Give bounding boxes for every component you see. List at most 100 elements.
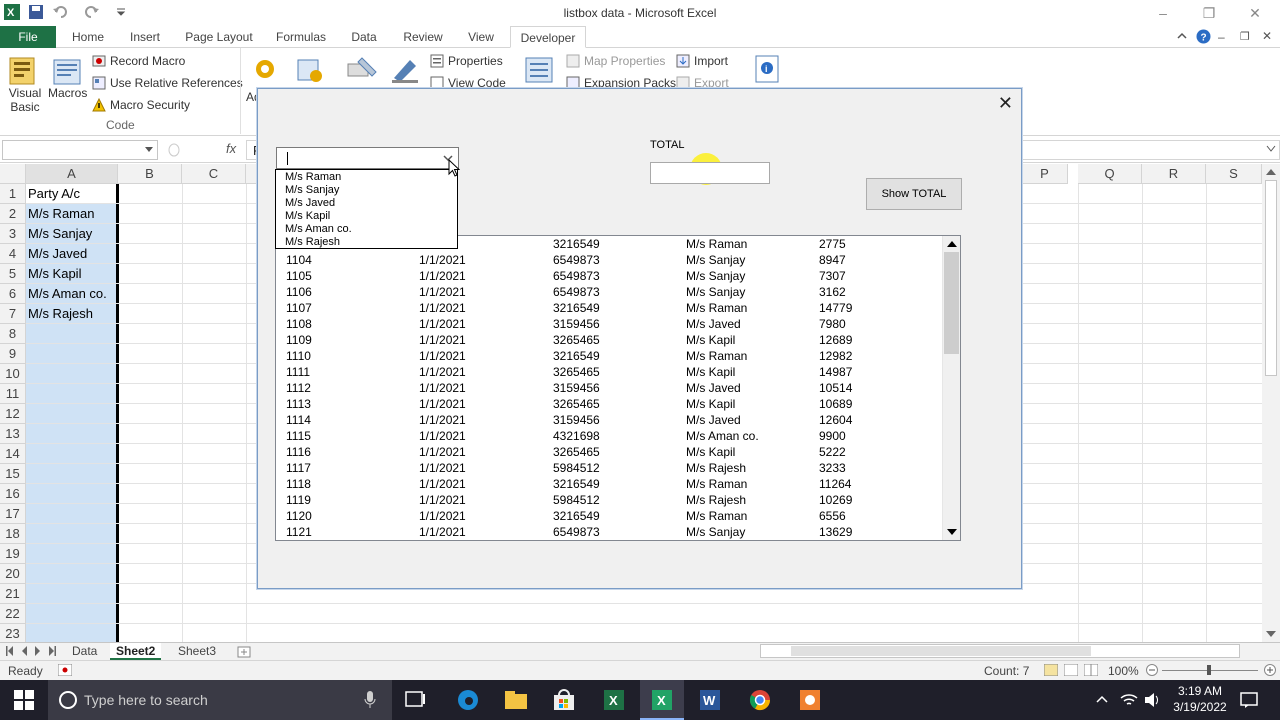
row-header[interactable]: 18: [0, 524, 26, 544]
tab-file[interactable]: File: [0, 26, 56, 48]
restore-button[interactable]: ❐: [1194, 3, 1224, 23]
list-row[interactable]: 1113 1/1/2021 3265465 M/s Kapil 10689: [276, 396, 942, 412]
tab-developer[interactable]: Developer: [510, 26, 586, 48]
sheet-nav-last-icon[interactable]: [48, 645, 56, 657]
row-header[interactable]: 13: [0, 424, 26, 444]
wb-minimize-button[interactable]: –: [1218, 30, 1225, 44]
sheet-nav-next-icon[interactable]: [34, 645, 42, 657]
clock-time[interactable]: 3:19 AM: [1172, 684, 1228, 698]
properties-button[interactable]: Properties: [430, 54, 503, 68]
column-header-q[interactable]: Q: [1078, 164, 1142, 184]
list-row[interactable]: 1111 1/1/2021 3265465 M/s Kapil 14987: [276, 364, 942, 380]
show-hidden-icons-icon[interactable]: [1096, 694, 1108, 704]
list-row[interactable]: 1118 1/1/2021 3216549 M/s Raman 11264: [276, 476, 942, 492]
help-icon[interactable]: ?: [1196, 29, 1211, 44]
taskbar-search-box[interactable]: Type here to search: [48, 680, 392, 720]
show-total-button[interactable]: Show TOTAL: [866, 178, 962, 210]
notifications-icon[interactable]: [1240, 692, 1258, 708]
scroll-down-icon[interactable]: [1266, 630, 1276, 638]
record-macro-button[interactable]: Record Macro: [92, 54, 185, 68]
listbox-scrollbar[interactable]: [942, 236, 960, 540]
select-all-corner[interactable]: [0, 164, 26, 184]
vertical-scrollbar[interactable]: [1262, 164, 1280, 642]
tab-page-layout[interactable]: Page Layout: [178, 26, 260, 48]
list-row[interactable]: 1112 1/1/2021 3159456 M/s Javed 10514: [276, 380, 942, 396]
column-header-s[interactable]: S: [1206, 164, 1262, 184]
minimize-button[interactable]: –: [1148, 3, 1178, 23]
zoom-slider-thumb[interactable]: [1207, 665, 1211, 675]
column-header-c[interactable]: C: [182, 164, 246, 184]
dropdown-option[interactable]: M/s Aman co.: [285, 223, 352, 236]
zoom-in-icon[interactable]: [1264, 664, 1276, 676]
h-scroll-thumb[interactable]: [791, 646, 1091, 656]
tab-home[interactable]: Home: [64, 26, 112, 48]
cell-a6[interactable]: M/s Aman co.: [26, 284, 116, 304]
com-add-ins-icon[interactable]: [296, 56, 324, 84]
normal-view-icon[interactable]: [1044, 664, 1058, 676]
list-row[interactable]: 1115 1/1/2021 4321698 M/s Aman co. 9900: [276, 428, 942, 444]
dropdown-option[interactable]: M/s Raman: [285, 171, 341, 184]
dropdown-option[interactable]: M/s Rajesh: [285, 236, 340, 249]
list-row[interactable]: 1108 1/1/2021 3159456 M/s Javed 7980: [276, 316, 942, 332]
macro-record-status-icon[interactable]: [58, 664, 72, 676]
design-mode-icon[interactable]: [390, 54, 422, 84]
row-header[interactable]: 17: [0, 504, 26, 524]
visual-basic-button[interactable]: Visual Basic: [8, 54, 42, 114]
dropdown-option[interactable]: M/s Sanjay: [285, 184, 339, 197]
row-header[interactable]: 22: [0, 604, 26, 624]
clock-date[interactable]: 3/19/2022: [1166, 700, 1234, 714]
list-row[interactable]: 1105 1/1/2021 6549873 M/s Sanjay 7307: [276, 268, 942, 284]
row-header[interactable]: 8: [0, 324, 26, 344]
tab-insert[interactable]: Insert: [120, 26, 170, 48]
list-row[interactable]: 1116 1/1/2021 3265465 M/s Kapil 5222: [276, 444, 942, 460]
list-row[interactable]: 1120 1/1/2021 3216549 M/s Raman 6556: [276, 508, 942, 524]
list-row[interactable]: 1110 1/1/2021 3216549 M/s Raman 12982: [276, 348, 942, 364]
macro-security-button[interactable]: Macro Security: [92, 98, 190, 112]
cell-a3[interactable]: M/s Sanjay: [26, 224, 116, 244]
close-icon[interactable]: ✕: [998, 93, 1013, 114]
list-row[interactable]: 1106 1/1/2021 6549873 M/s Sanjay 3162: [276, 284, 942, 300]
task-view-icon[interactable]: [404, 688, 428, 712]
row-header[interactable]: 21: [0, 584, 26, 604]
list-row[interactable]: 1117 1/1/2021 5984512 M/s Rajesh 3233: [276, 460, 942, 476]
zoom-level[interactable]: 100%: [1108, 664, 1139, 678]
edge-browser-icon[interactable]: [456, 688, 480, 712]
row-header[interactable]: 20: [0, 564, 26, 584]
row-header[interactable]: 16: [0, 484, 26, 504]
microphone-icon[interactable]: [364, 691, 376, 709]
horizontal-scrollbar[interactable]: [760, 644, 1240, 658]
row-header[interactable]: 6: [0, 284, 26, 304]
row-header[interactable]: 2: [0, 204, 26, 224]
import-button[interactable]: Import: [676, 54, 728, 68]
cell-a4[interactable]: M/s Javed: [26, 244, 116, 264]
row-header[interactable]: 15: [0, 464, 26, 484]
close-window-button[interactable]: ✕: [1240, 3, 1270, 23]
wb-close-button[interactable]: ✕: [1262, 29, 1272, 43]
dropdown-option[interactable]: M/s Javed: [285, 197, 335, 210]
name-box[interactable]: [2, 140, 158, 160]
list-scroll-down-icon[interactable]: [947, 528, 957, 536]
excel-active-taskbar-button[interactable]: X: [640, 680, 684, 720]
new-sheet-icon[interactable]: [236, 645, 254, 659]
tab-formulas[interactable]: Formulas: [268, 26, 334, 48]
row-header[interactable]: 4: [0, 244, 26, 264]
row-header[interactable]: 3: [0, 224, 26, 244]
dropdown-option[interactable]: M/s Kapil: [285, 210, 330, 223]
page-layout-view-icon[interactable]: [1064, 664, 1078, 676]
store-icon[interactable]: [552, 688, 576, 712]
data-listbox[interactable]: 21 3216549 M/s Raman 2775 11041/1/202165…: [275, 235, 961, 541]
page-break-view-icon[interactable]: [1084, 664, 1098, 676]
list-row[interactable]: 1114 1/1/2021 3159456 M/s Javed 12604: [276, 412, 942, 428]
scroll-thumb[interactable]: [1265, 180, 1277, 376]
source-icon[interactable]: [524, 56, 554, 84]
column-header-b[interactable]: B: [118, 164, 182, 184]
column-header-r[interactable]: R: [1142, 164, 1206, 184]
scroll-up-icon[interactable]: [1266, 168, 1276, 176]
tab-data[interactable]: Data: [340, 26, 388, 48]
wb-restore-button[interactable]: ❐: [1240, 30, 1250, 43]
row-header[interactable]: 14: [0, 444, 26, 464]
zoom-out-icon[interactable]: [1146, 664, 1158, 676]
sheet-tab-sheet2[interactable]: Sheet2: [110, 643, 162, 660]
list-row[interactable]: 1119 1/1/2021 5984512 M/s Rajesh 10269: [276, 492, 942, 508]
list-row[interactable]: 1104 1/1/2021 6549873 M/s Sanjay 8947: [276, 252, 942, 268]
